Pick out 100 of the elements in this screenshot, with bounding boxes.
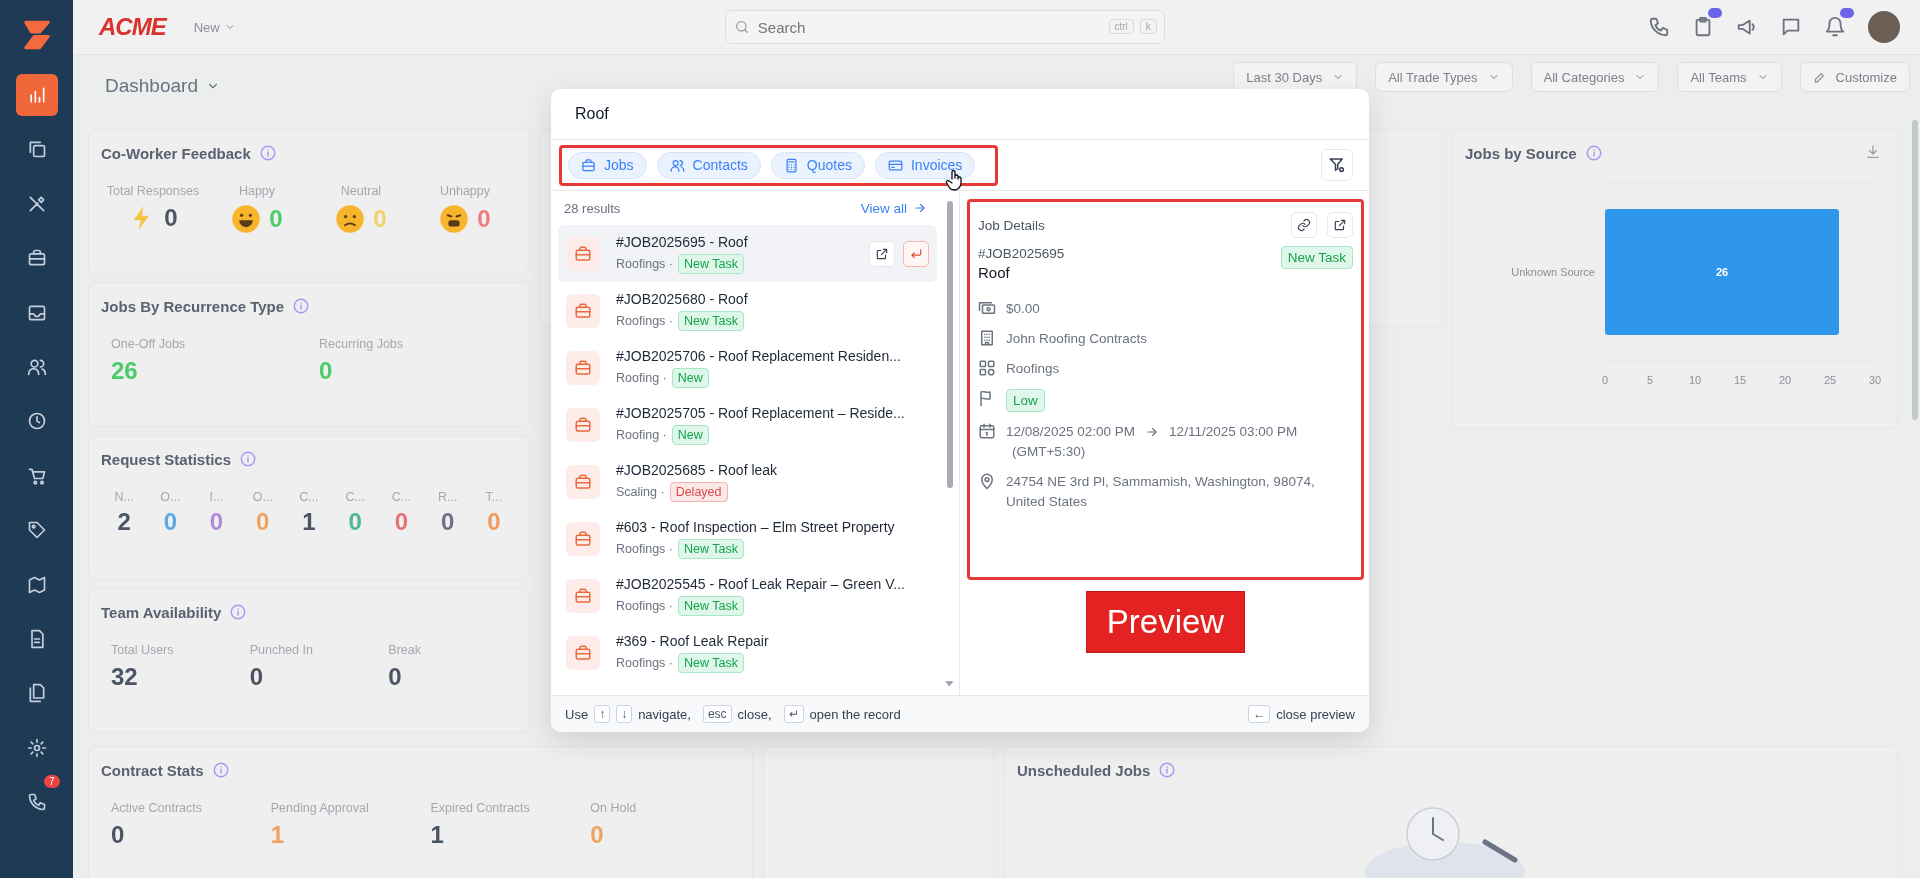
users-icon <box>669 157 685 173</box>
open-record-button[interactable] <box>903 240 929 267</box>
open-external-button[interactable] <box>1327 212 1353 238</box>
stat-value: 2 <box>117 508 131 536</box>
category-label: Unknown Source <box>1511 266 1595 278</box>
filter-tab[interactable]: Contacts <box>656 151 761 179</box>
stat-label: Neutral <box>340 184 382 198</box>
stat-label: C... <box>391 490 412 504</box>
result-item[interactable]: #JOB2025705 - Roof Replacement – Reside... Roofing · New <box>558 396 937 453</box>
filter-dropdown[interactable]: Last 30 Days <box>1233 62 1358 92</box>
end-date: 12/11/2025 03:00 PM <box>1169 423 1298 441</box>
stat-label: Unhappy <box>439 184 490 198</box>
arrow-right-icon <box>913 201 927 215</box>
location-pin-icon <box>978 472 996 490</box>
search-icon <box>733 19 750 35</box>
job-name: Roof <box>978 264 1011 281</box>
start-date: 12/08/2025 02:00 PM <box>1006 423 1136 441</box>
stat-value: 0 <box>348 508 362 536</box>
briefcase-icon <box>566 464 600 499</box>
key-hint: ↓ <box>616 705 633 723</box>
bell-button[interactable] <box>1824 16 1846 38</box>
info-icon <box>211 761 230 779</box>
phone-button[interactable] <box>1648 16 1670 38</box>
status-tag: New <box>671 367 709 388</box>
stat-value: 0 <box>590 821 605 849</box>
result-title: #JOB2025685 - Roof leak <box>616 461 779 478</box>
stat-value: 0 <box>388 663 403 691</box>
filter-dropdown[interactable]: All Categories <box>1530 62 1660 92</box>
filter-dropdown[interactable]: All Trade Types <box>1375 62 1513 92</box>
result-item[interactable]: #JOB2025685 - Roof leak Scaling · Delayed <box>558 453 937 510</box>
avatar[interactable] <box>1868 11 1900 43</box>
result-count: 28 results <box>564 200 621 216</box>
result-item[interactable]: #JOB2025695 - Roof Roofings · New Task <box>558 225 937 282</box>
result-item[interactable]: #JOB2025706 - Roof Replacement Residen... Roofing · New <box>558 339 937 396</box>
status-tag: New Task <box>678 310 744 331</box>
stat-value: 32 <box>111 663 139 691</box>
download-icon <box>1865 144 1881 160</box>
stat-value: 1 <box>430 821 445 849</box>
key-hint: ↵ <box>783 705 804 723</box>
stat-value: 0 <box>164 204 178 232</box>
scrollbar[interactable] <box>1912 120 1918 420</box>
view-all-link[interactable]: View all <box>860 200 927 216</box>
result-item[interactable]: #JOB2025680 - Roof Roofings · New Task <box>558 282 937 339</box>
timezone: (GMT+5:30) <box>1011 443 1087 461</box>
stat-label: Total Users <box>111 643 175 657</box>
briefcase-icon <box>566 293 600 328</box>
filter-tab[interactable]: Invoices <box>874 151 976 179</box>
chat-button[interactable] <box>1780 16 1802 38</box>
cash-icon <box>978 299 996 317</box>
building-icon <box>978 329 996 347</box>
info-icon <box>229 603 248 621</box>
stat-label: Punched In <box>249 643 314 657</box>
enter-icon <box>909 246 923 261</box>
result-item[interactable]: #JOB2025545 - Roof Leak Repair – Green V... Roofings · New Task <box>558 567 937 624</box>
stat-label: Happy <box>238 184 276 198</box>
filter-icon <box>1328 156 1346 174</box>
stat-value: 1 <box>302 508 316 536</box>
briefcase-icon <box>566 407 600 442</box>
scrollbar[interactable] <box>947 201 953 488</box>
status-tag: New Task <box>678 652 744 673</box>
result-item[interactable]: #603 - Roof Inspection – Elm Street Property Roofings · New Task <box>558 510 937 567</box>
filter-settings-button[interactable] <box>1321 149 1353 181</box>
notification-badge: 7 <box>43 775 60 789</box>
bell-icon <box>1824 16 1846 38</box>
external-link-icon <box>875 246 889 261</box>
briefcase-icon <box>566 521 600 556</box>
notification-badge <box>1840 8 1854 18</box>
priority-tag: Low <box>1006 389 1045 412</box>
status-tag: New Task <box>678 595 744 616</box>
stat-value: 26 <box>111 357 139 385</box>
dashboard-menu[interactable]: Dashboard <box>105 75 220 97</box>
customize-button[interactable]: Customize <box>1799 62 1910 92</box>
briefcase-icon <box>566 236 600 271</box>
result-title: #JOB2025705 - Roof Replacement – Reside... <box>616 404 906 421</box>
tag-icon <box>26 520 47 541</box>
pencil-icon <box>1812 70 1826 84</box>
result-item[interactable]: #369 - Roof Leak Repair Roofings · New Task <box>558 624 937 681</box>
shortcut-key: k <box>1139 19 1157 34</box>
open-external-button[interactable] <box>869 240 895 267</box>
new-menu[interactable]: New <box>187 18 242 36</box>
stat-label: C... <box>345 490 365 504</box>
info-icon <box>258 144 277 162</box>
filter-tab[interactable]: Jobs <box>568 151 647 179</box>
smiling-face-icon <box>231 204 262 234</box>
info-icon <box>1584 144 1603 162</box>
briefcase-icon <box>26 248 47 269</box>
card-title: Contract Stats <box>101 761 204 779</box>
sad-face-icon <box>335 204 366 234</box>
company-logo: ACME <box>99 13 166 41</box>
copy-link-button[interactable] <box>1291 212 1317 238</box>
sidebar-item[interactable] <box>15 74 58 116</box>
result-title: #603 - Roof Inspection – Elm Street Property <box>616 518 896 535</box>
filter-tab[interactable]: Quotes <box>770 151 865 179</box>
scroll-down-arrow-icon <box>944 678 955 689</box>
filter-dropdown[interactable]: All Teams <box>1677 62 1782 92</box>
footer-hint: Use <box>565 706 589 722</box>
key-hint: esc <box>702 705 732 723</box>
footer-hint: open the record <box>809 706 901 722</box>
stat-value: 0 <box>373 205 387 233</box>
card-title: Jobs by Source <box>1465 144 1577 162</box>
